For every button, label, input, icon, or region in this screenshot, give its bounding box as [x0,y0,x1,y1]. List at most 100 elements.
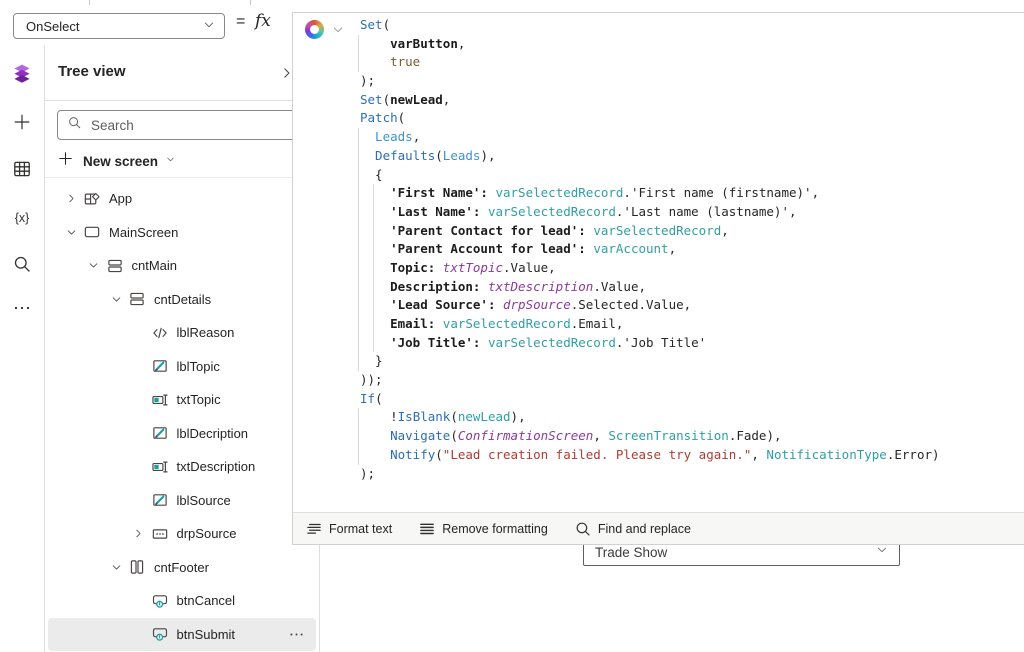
indent-guide [358,166,359,185]
layers-icon [12,63,32,88]
copilot-button[interactable] [305,20,345,39]
code-line: { [360,166,1010,185]
remove-formatting-button[interactable]: Remove formatting [414,517,552,541]
indent-guide [358,334,359,353]
search-icon [67,115,82,135]
indent-guide [358,222,359,241]
container-v-icon [128,290,146,308]
toolbar-button-label: Format text [329,522,392,536]
chevron-right-icon[interactable] [63,191,79,207]
tree-item-lblDecription[interactable]: lblDecription [48,417,316,451]
divider-tick [250,0,251,5]
tree-item-lblTopic[interactable]: lblTopic [48,350,316,384]
tree-item-btnCancel[interactable]: btnCancel [48,584,316,618]
rail-variables-button[interactable]: {x} [12,208,32,228]
tree-item-MainScreen[interactable]: MainScreen [48,216,316,250]
code-line: Set( [360,16,1010,35]
chevron-down-icon [875,543,889,562]
variables-icon: {x} [15,211,30,225]
tree-item-label: txtTopic [177,392,221,407]
divider-tick [89,0,90,5]
chevron-spacer [131,492,147,508]
app-icon [83,190,101,208]
format-text-button[interactable]: Format text [301,517,396,541]
tree-item-cntMain[interactable]: cntMain [48,249,316,283]
container-h-icon [128,558,146,576]
code-line: Email: varSelectedRecord.Email, [360,315,1010,334]
divider [45,177,319,178]
chevron-spacer [131,459,147,475]
new-screen-button[interactable]: New screen [57,147,176,175]
tree-item-btnSubmit[interactable]: btnSubmit [48,618,316,652]
chevron-spacer [131,358,147,374]
rail-more-button[interactable] [12,300,32,320]
code-line: )); [360,371,1010,390]
code-line: Set(newLead, [360,91,1010,110]
code-line: Notify("Lead creation failed. Please try… [360,446,1010,465]
code-line: ); [360,72,1010,91]
indent-guide [358,35,359,54]
indent-guide [373,222,374,241]
code-line: 'Parent Account for lead': varAccount, [360,240,1010,259]
indent-guide [373,184,374,203]
rail-tree-view-button[interactable] [12,65,32,85]
tree-item-lblReason[interactable]: lblReason [48,316,316,350]
toolbar-button-label: Find and replace [598,522,691,536]
left-navigation-rail: {x} [0,45,45,652]
search-icon [12,254,32,279]
toolbar-button-label: Remove formatting [442,522,548,536]
indent-guide [373,240,374,259]
more-options-button[interactable] [288,626,306,644]
code-editor[interactable]: Set(varButton,true);Set(newLead,Patch(Le… [360,16,1010,483]
chevron-right-icon[interactable] [131,526,147,542]
tree-item-label: txtDescription [177,459,256,474]
chevron-down-icon [331,23,345,37]
tree-item-label: lblDecription [177,426,249,441]
chevron-down-icon[interactable] [86,258,102,274]
tree-item-label: btnCancel [177,593,236,608]
tree-item-list: AppMainScreen cntMain cntDetails lblReason l… [45,182,319,652]
indent-guide [358,203,359,222]
tree-search-box[interactable] [57,110,309,140]
format-text-icon [305,520,323,538]
dropdown-icon [151,525,169,543]
formula-editor[interactable]: Set(varButton,true);Set(newLead,Patch(Le… [292,12,1024,545]
rail-insert-button[interactable] [12,114,32,134]
fx-icon: fx [255,11,271,31]
tree-item-label: lblReason [177,325,235,340]
tree-item-cntDetails[interactable]: cntDetails [48,283,316,317]
chevron-down-icon[interactable] [63,224,79,240]
tree-item-label: drpSource [177,526,237,541]
tree-item-txtTopic[interactable]: txtTopic [48,383,316,417]
tree-item-App[interactable]: App [48,182,316,216]
tree-item-label: lblSource [177,493,231,508]
chevron-down-icon[interactable] [108,559,124,575]
indent-guide [358,240,359,259]
code-line: Defaults(Leads), [360,147,1010,166]
indent-guide [358,446,359,465]
indent-guide [358,352,359,371]
screen-icon [83,223,101,241]
find-and-replace-button[interactable]: Find and replace [570,517,695,541]
formula-editor-toolbar: Format text Remove formatting Find and rep… [293,512,1024,544]
tree-item-txtDescription[interactable]: txtDescription [48,450,316,484]
indent-guide [358,427,359,446]
property-selector-dropdown[interactable]: OnSelect [13,13,225,39]
chevron-down-icon[interactable] [108,291,124,307]
tree-item-lblSource[interactable]: lblSource [48,484,316,518]
indent-guide [373,334,374,353]
html-text-icon [151,324,169,342]
tree-item-cntFooter[interactable]: cntFooter [48,551,316,585]
code-line: 'First Name': varSelectedRecord.'First n… [360,184,1010,203]
code-line: true [360,53,1010,72]
rail-search-button[interactable] [12,256,32,276]
rail-data-button[interactable] [12,161,32,181]
code-line: varButton, [360,35,1010,54]
code-line: Patch( [360,109,1010,128]
indent-guide [358,147,359,166]
search-input[interactable] [89,117,302,134]
code-line: If( [360,390,1010,409]
tree-item-label: cntMain [132,258,178,273]
indent-guide [358,128,359,147]
tree-item-drpSource[interactable]: drpSource [48,517,316,551]
